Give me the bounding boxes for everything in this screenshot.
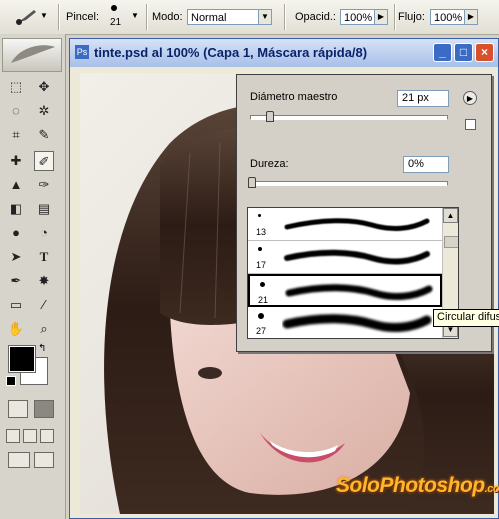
separator	[146, 4, 148, 30]
brush-preset-row[interactable]: 17	[248, 241, 442, 274]
hardness-label: Dureza:	[250, 158, 289, 170]
separator	[284, 4, 286, 30]
clone-stamp-icon[interactable]: ▲	[6, 175, 26, 195]
screen-mode-standard-icon[interactable]	[6, 429, 20, 443]
dodge-tool-icon[interactable]: ◔	[34, 223, 54, 243]
magic-wand-icon[interactable]: ✲	[34, 101, 54, 121]
path-select-icon[interactable]: ➤	[6, 247, 26, 267]
opacity-label: Opacid.:	[295, 11, 336, 23]
blur-tool-icon[interactable]: ●	[6, 223, 26, 243]
brush-tool-icon[interactable]	[14, 8, 38, 26]
toolbox: ⬚ ✥ ◌ ✲ ⌗ ✎ ✚ ✐ ▲ ✑ ◧ ▤ ● ◔ ➤ T ✒ ✸ ▭ ⁄ …	[0, 34, 66, 519]
document-title-bar[interactable]: Ps tinte.psd al 100% (Capa 1, Máscara rá…	[70, 39, 498, 67]
brush-label: Pincel:	[66, 11, 100, 23]
default-colors-icon[interactable]	[6, 376, 16, 386]
gradient-tool-icon[interactable]: ▤	[34, 199, 54, 219]
quick-mask-mode-icon[interactable]	[34, 400, 54, 418]
move-tool-icon[interactable]: ✥	[34, 77, 54, 97]
pen-tool-icon[interactable]: ✒	[6, 271, 26, 291]
master-diameter-input[interactable]: 21 px	[397, 90, 449, 107]
foreground-color-swatch[interactable]	[8, 345, 36, 373]
mode-select[interactable]: Normal	[187, 9, 259, 25]
jump-to-imageready-icon[interactable]	[8, 452, 30, 468]
chevron-down-icon[interactable]: ▼	[40, 11, 48, 20]
hardness-slider[interactable]	[250, 181, 448, 186]
opacity-input[interactable]: 100%	[340, 9, 375, 25]
minimize-button[interactable]: _	[433, 43, 452, 62]
maximize-button[interactable]: □	[454, 43, 473, 62]
watermark-logo: SoloPhotoshop.com	[336, 474, 499, 498]
brush-stroke-preview	[284, 249, 430, 265]
hardness-slider-thumb[interactable]	[248, 177, 256, 188]
eraser-tool-icon[interactable]: ◧	[6, 199, 26, 219]
eyedropper-icon[interactable]: ⁄	[34, 295, 54, 315]
type-tool-icon[interactable]: T	[34, 247, 54, 267]
brush-preset-row[interactable]: 27	[248, 307, 442, 338]
slice-tool-icon[interactable]: ✎	[34, 125, 54, 145]
brush-tip-icon	[258, 313, 264, 319]
flow-arrow-icon[interactable]: ▶	[464, 9, 478, 25]
hand-tool-icon[interactable]: ✋	[6, 319, 26, 339]
separator	[58, 4, 60, 30]
watermark-text: SoloPhotoshop	[336, 474, 485, 497]
brush-tip-icon	[258, 247, 262, 251]
brush-stroke-preview	[284, 218, 430, 231]
swap-colors-icon[interactable]: ↰	[38, 343, 46, 354]
save-brush-icon[interactable]	[465, 119, 476, 130]
screen-mode-full-menu-icon[interactable]	[23, 429, 37, 443]
flow-label: Flujo:	[398, 11, 425, 23]
brush-tool-icon[interactable]: ✐	[34, 151, 54, 171]
photoshop-document-icon: Ps	[75, 45, 89, 59]
options-bar: ▼ Pincel: 21 ▼ Modo: Normal ▼ Opacid.: 1…	[0, 0, 499, 35]
master-diameter-label: Diámetro maestro	[250, 91, 338, 103]
brush-tooltip: Circular difuso	[433, 309, 499, 327]
popup-menu-arrow-icon[interactable]: ▶	[463, 91, 477, 105]
zoom-tool-icon[interactable]: ⌕	[34, 319, 54, 339]
mode-dropdown-icon[interactable]: ▼	[258, 9, 272, 25]
brush-size-label: 21	[258, 295, 269, 305]
feather-logo-icon[interactable]	[2, 38, 62, 72]
screen-mode-full-icon[interactable]	[40, 429, 54, 443]
marquee-tool-icon[interactable]: ⬚	[6, 77, 26, 97]
brush-preview-icon[interactable]	[111, 5, 117, 11]
brush-tip-icon	[260, 282, 265, 287]
close-button[interactable]: ×	[475, 43, 494, 62]
custom-shape-icon[interactable]: ✸	[34, 271, 54, 291]
healing-brush-icon[interactable]: ✚	[6, 151, 26, 171]
brush-size-label: 17	[256, 260, 267, 270]
edit-imageready-icon[interactable]	[34, 452, 54, 468]
brush-picker-chevron-icon[interactable]: ▼	[131, 11, 139, 20]
brush-size-label: 13	[256, 227, 267, 237]
brush-stroke-preview	[282, 314, 432, 332]
brush-size-readout: 21	[110, 17, 122, 28]
flow-input[interactable]: 100%	[430, 9, 465, 25]
mode-label: Modo:	[152, 11, 183, 23]
separator	[394, 4, 396, 30]
brush-tip-icon	[258, 214, 261, 217]
notes-tool-icon[interactable]: ▭	[6, 295, 26, 315]
document-title: tinte.psd al 100% (Capa 1, Máscara rápid…	[94, 45, 368, 60]
brush-stroke-preview	[285, 284, 433, 300]
brush-size-label: 27	[256, 326, 267, 336]
master-diameter-slider[interactable]	[250, 115, 448, 120]
lasso-tool-icon[interactable]: ◌	[6, 101, 26, 121]
crop-tool-icon[interactable]: ⌗	[6, 125, 26, 145]
scroll-thumb[interactable]	[444, 236, 458, 248]
history-brush-icon[interactable]: ✑	[34, 175, 54, 195]
watermark-suffix: .com	[484, 483, 499, 495]
opacity-arrow-icon[interactable]: ▶	[374, 9, 388, 25]
hardness-input[interactable]: 0%	[403, 156, 449, 173]
brush-preset-row-selected[interactable]: 21	[248, 274, 442, 307]
master-diameter-slider-thumb[interactable]	[265, 111, 274, 122]
brush-preset-list: 13 17 21 27 ▲ ▼	[247, 207, 459, 339]
scroll-up-icon[interactable]: ▲	[443, 208, 458, 223]
brush-preset-row[interactable]: 13	[248, 208, 442, 241]
standard-mode-icon[interactable]	[8, 400, 28, 418]
